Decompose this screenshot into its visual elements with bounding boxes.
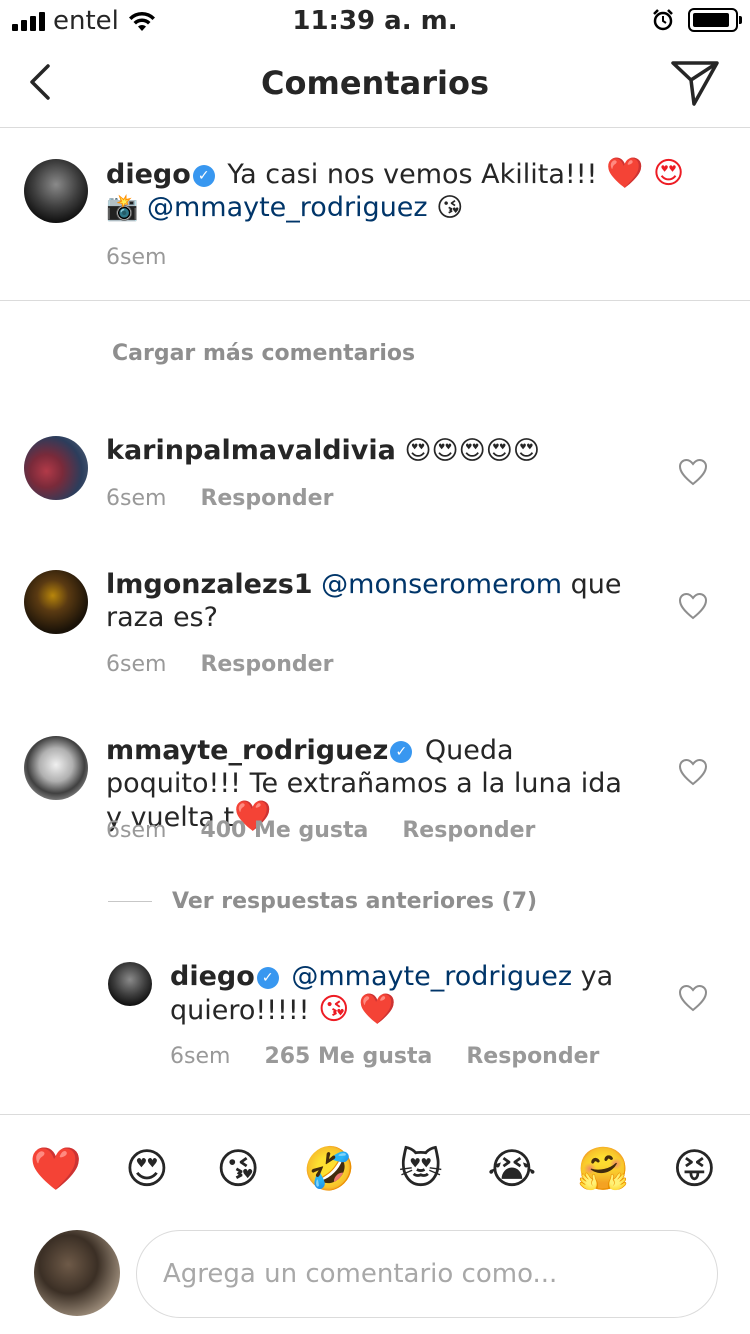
username[interactable]: diego [106, 159, 191, 190]
caption-body: Ya casi nos vemos Akilita!!! [227, 159, 598, 190]
comment-meta: 6sem Responder [106, 486, 333, 511]
page-title: Comentarios [261, 64, 489, 102]
send-icon[interactable] [670, 58, 720, 108]
camera-emoji: 📸 [106, 193, 139, 223]
header-bar: Comentarios [0, 40, 750, 128]
like-heart-icon[interactable] [678, 458, 708, 486]
status-bar: entel 11:39 a. m. [0, 0, 750, 40]
view-replies-label[interactable]: Ver respuestas anteriores (7) [172, 889, 537, 914]
load-more-button[interactable]: Cargar más comentarios [112, 341, 415, 366]
emoji-heart-eyes-cat-button[interactable]: 😻 [391, 1144, 451, 1193]
comment-text: lmgonzalezs1 @monseromerom que raza es? [106, 568, 626, 634]
avatar[interactable] [24, 570, 88, 634]
emoji-tongue-button[interactable]: 😝 [664, 1144, 724, 1193]
reply-meta: 6sem 265 Me gusta Responder [170, 1044, 599, 1069]
like-heart-icon[interactable] [678, 758, 708, 786]
alarm-icon [653, 9, 673, 31]
timestamp: 6sem [106, 245, 167, 270]
comment-body: 😍😍😍😍😍 [404, 436, 540, 466]
username[interactable]: lmgonzalezs1 [106, 569, 313, 600]
emoji-hug-button[interactable]: 🤗 [573, 1144, 633, 1194]
reply-button[interactable]: Responder [402, 818, 535, 843]
kiss-emoji: 😘 [436, 193, 464, 223]
avatar[interactable] [24, 436, 88, 500]
quick-emoji-bar: ❤️ 😍 😘 🤣 😻 😭 🤗 😝 [0, 1114, 750, 1222]
battery-fill [693, 13, 729, 27]
avatar[interactable] [108, 962, 152, 1006]
status-right [652, 8, 742, 32]
current-user-avatar [34, 1230, 120, 1316]
reply-button[interactable]: Responder [200, 652, 333, 677]
reply-emojis: 😘 ❤️ [318, 992, 397, 1027]
comment-text: karinpalmavaldivia 😍😍😍😍😍 [106, 434, 666, 468]
username[interactable]: mmayte_rodriguez [106, 735, 388, 766]
mention-link[interactable]: @mmayte_rodriguez [291, 961, 572, 992]
comment-composer [0, 1222, 750, 1334]
mention-link[interactable]: @monseromerom [321, 569, 562, 600]
emoji-crying-button[interactable]: 😭 [482, 1144, 542, 1193]
verified-badge-icon: ✓ [192, 165, 215, 187]
emoji-heart-button[interactable]: ❤️ [26, 1144, 86, 1194]
verified-badge-icon: ✓ [390, 741, 413, 763]
timestamp: 6sem [170, 1044, 231, 1069]
reply-button[interactable]: Responder [200, 486, 333, 511]
timestamp: 6sem [106, 818, 167, 843]
comment-input[interactable] [136, 1230, 718, 1318]
reply-text: diego ✓ @mmayte_rodriguez ya quiero!!!!! … [170, 960, 630, 1027]
verified-badge-icon: ✓ [256, 967, 279, 989]
status-time: 11:39 a. m. [292, 6, 458, 36]
like-heart-icon[interactable] [678, 592, 708, 620]
likes-count[interactable]: 265 Me gusta [264, 1044, 432, 1069]
battery-icon [688, 8, 742, 32]
emoji-kiss-button[interactable]: 😘 [208, 1144, 268, 1193]
like-heart-icon[interactable] [678, 984, 708, 1012]
comment-meta: 6sem 400 Me gusta Responder [106, 818, 535, 843]
reply-button[interactable]: Responder [466, 1044, 599, 1069]
view-replies-button[interactable]: Ver respuestas anteriores (7) [108, 889, 537, 914]
caption-emojis: ❤️ 😍 [605, 156, 685, 191]
comment-meta: 6sem Responder [106, 652, 333, 677]
mention-link[interactable]: @mmayte_rodriguez [147, 192, 428, 223]
emoji-heart-eyes-button[interactable]: 😍 [117, 1144, 177, 1193]
avatar[interactable] [24, 159, 88, 223]
likes-count[interactable]: 400 Me gusta [200, 818, 368, 843]
timestamp: 6sem [106, 486, 167, 511]
username[interactable]: karinpalmavaldivia [106, 435, 396, 466]
username[interactable]: diego [170, 961, 255, 992]
caption-text: diego ✓ Ya casi nos vemos Akilita!!! ❤️ 😍… [106, 157, 686, 225]
caption: diego ✓ Ya casi nos vemos Akilita!!! ❤️ 😍… [0, 129, 750, 301]
avatar[interactable] [24, 736, 88, 800]
timestamp: 6sem [106, 652, 167, 677]
emoji-rofl-button[interactable]: 🤣 [299, 1144, 359, 1194]
caption-meta: 6sem [106, 245, 166, 270]
divider [108, 901, 152, 902]
